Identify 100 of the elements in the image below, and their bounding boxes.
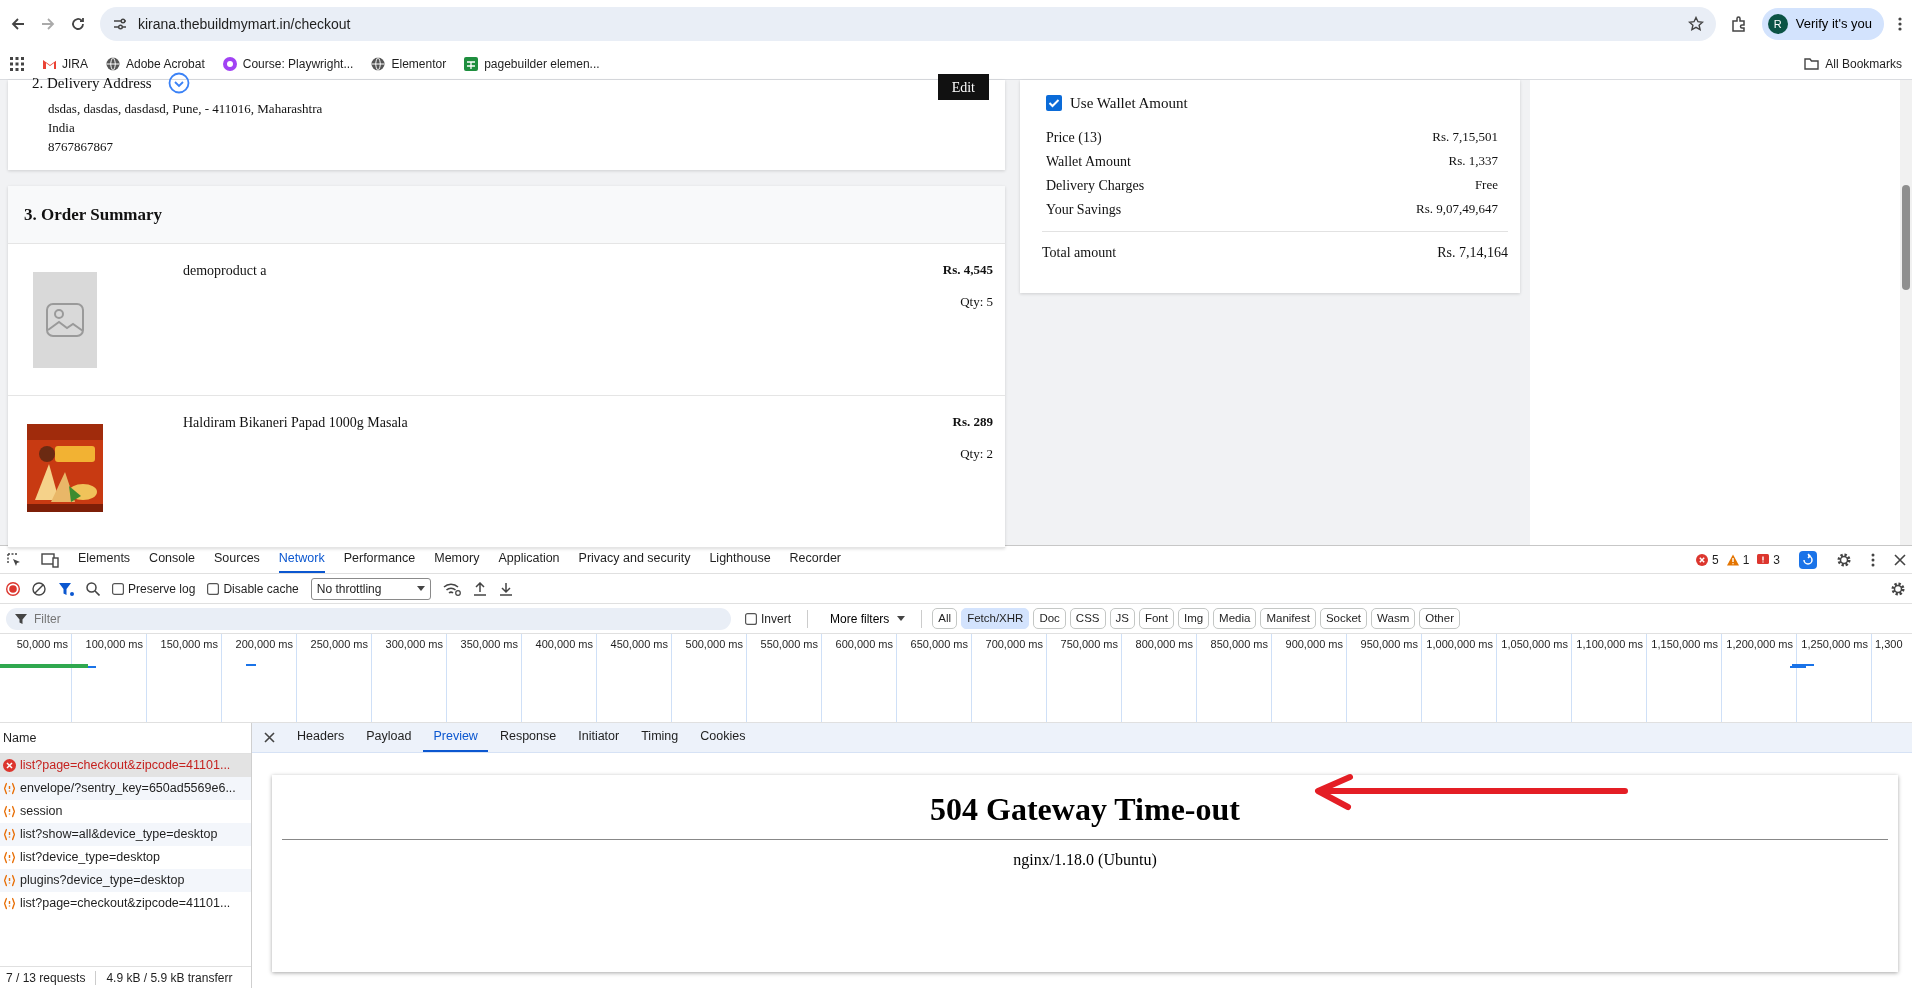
checkbox[interactable] (207, 582, 220, 595)
timeline-tick-label: 1,050,000 ms (1501, 638, 1568, 650)
filter-field[interactable]: Filter (6, 607, 731, 630)
type-filter-chip[interactable]: Manifest (1260, 607, 1316, 630)
product-name: demoproduct a (183, 263, 267, 278)
throttling-select[interactable]: No throttling (310, 577, 431, 600)
more-filters-dropdown[interactable]: More filters (824, 608, 912, 629)
bookmark[interactable]: JIRA (42, 54, 88, 73)
clear-icon[interactable] (32, 581, 46, 596)
star-icon[interactable] (1687, 16, 1704, 32)
close-icon[interactable] (1894, 553, 1906, 566)
type-filter-chip[interactable]: Fetch/XHR (961, 607, 1030, 630)
devtools-tab[interactable]: Elements (78, 546, 131, 573)
devtools-tab[interactable]: Console (149, 546, 195, 573)
detail-tab[interactable]: Preview (423, 723, 488, 752)
detail-tab[interactable]: Payload (366, 723, 412, 752)
type-filter-chip[interactable]: Doc (1033, 607, 1066, 630)
checkbox[interactable] (112, 582, 124, 595)
type-filter-chip[interactable]: JS (1109, 607, 1135, 630)
checkbox[interactable] (745, 612, 757, 625)
detail-tab[interactable]: Initiator (578, 723, 620, 752)
issue-count: 3 (1773, 551, 1780, 569)
timeline-tick-label: 850,000 ms (1210, 638, 1268, 650)
bookmark[interactable]: Course: Playwright... (222, 54, 354, 73)
all-bookmarks[interactable]: All Bookmarks (1804, 54, 1902, 73)
type-filter-chip[interactable]: Other (1419, 607, 1460, 630)
bookmark[interactable]: Elementor (371, 54, 447, 73)
reload-icon[interactable] (70, 16, 86, 32)
timeline-tick-label: 50,000 ms (16, 638, 68, 650)
fetch-icon (3, 874, 16, 887)
settings-icon[interactable] (1890, 580, 1906, 597)
type-filter-chip[interactable]: All (932, 607, 958, 630)
request-row[interactable]: list?page=checkout&zipcode=41101... (0, 754, 251, 777)
menu-icon[interactable] (1898, 16, 1902, 32)
fetch-icon (3, 782, 16, 795)
product-quantity: Qty: 5 (960, 293, 993, 309)
record-icon[interactable] (6, 581, 20, 596)
product-price: Rs. 289 (952, 414, 993, 429)
request-row[interactable]: list?device_type=desktop (0, 846, 251, 869)
detail-tab[interactable]: Cookies (700, 723, 746, 752)
timeline-tick-label: 200,000 ms (235, 638, 293, 650)
detail-tab[interactable]: Response (499, 723, 557, 752)
site-info-icon[interactable] (112, 16, 128, 32)
filter-icon[interactable] (58, 581, 74, 596)
timeline-tick-label: 100,000 ms (85, 638, 143, 650)
scrollbar-thumb[interactable] (1902, 185, 1910, 290)
type-filter-chip[interactable]: Socket (1319, 607, 1368, 630)
devtools-tab[interactable]: Sources (214, 546, 260, 573)
devtools-tab[interactable]: Network (278, 546, 325, 573)
request-row[interactable]: list?page=checkout&zipcode=41101... (0, 892, 251, 915)
request-row[interactable]: session (0, 800, 251, 823)
timeline-tick-label: 300,000 ms (385, 638, 443, 650)
course-icon (222, 56, 237, 71)
warning-count: 1 (1742, 551, 1750, 569)
globe-icon (106, 56, 120, 71)
devtools-tab[interactable]: Recorder (789, 546, 841, 573)
inspect-icon[interactable] (6, 551, 22, 568)
type-filter-chip[interactable]: Img (1177, 607, 1210, 630)
request-row[interactable]: envelope/?sentry_key=650ad5569e6... (0, 777, 251, 800)
timeline-tick-label: 950,000 ms (1360, 638, 1418, 650)
price-label: Delivery Charges (1046, 176, 1145, 195)
bookmark[interactable]: Adobe Acrobat (106, 54, 205, 73)
devtools-tab[interactable]: Application (498, 546, 560, 573)
address-line: 8767867867 (48, 137, 114, 156)
devtools-tab[interactable]: Performance (343, 546, 416, 573)
transfer-size: 4.9 kB / 5.9 kB transferr (106, 969, 233, 987)
more-icon[interactable] (1871, 552, 1875, 567)
type-filter-chip[interactable]: CSS (1069, 607, 1106, 630)
scrollbar[interactable] (1900, 80, 1912, 545)
sheet-icon (464, 56, 479, 71)
type-filter-chip[interactable]: Media (1213, 607, 1257, 630)
detail-tab[interactable]: Headers (297, 723, 345, 752)
settings-icon[interactable] (1836, 551, 1852, 568)
address-line: India (48, 118, 76, 137)
type-filter-chip[interactable]: Font (1138, 607, 1174, 630)
timeline-tick-label: 1,150,000 ms (1651, 638, 1718, 650)
checkbox[interactable] (1046, 95, 1062, 112)
check-circle-icon (167, 72, 190, 95)
address-bar[interactable]: kirana.thebuildmymart.in/checkout (100, 7, 1716, 41)
download-icon[interactable] (498, 581, 513, 596)
upload-icon[interactable] (472, 581, 487, 596)
profile-button[interactable]: R Verify it's you (1761, 8, 1884, 40)
request-row[interactable]: list?show=all&device_type=desktop (0, 823, 251, 846)
extensions-icon[interactable] (1729, 15, 1748, 33)
edit-button[interactable]: Edit (937, 74, 989, 100)
detail-tab[interactable]: Timing (641, 723, 679, 752)
search-icon[interactable] (86, 581, 100, 596)
close-icon[interactable] (264, 732, 275, 743)
device-toolbar-icon[interactable] (41, 551, 59, 568)
devtools-tab[interactable]: Lighthouse (709, 546, 771, 573)
devtools-tab[interactable]: Memory (434, 546, 480, 573)
request-row[interactable]: plugins?device_type=desktop (0, 869, 251, 892)
back-icon[interactable] (10, 16, 26, 32)
network-conditions-icon[interactable] (442, 581, 461, 596)
apps-icon[interactable] (10, 56, 24, 71)
timeline-tick-label: 350,000 ms (460, 638, 518, 650)
type-filter-chip[interactable]: Wasm (1371, 607, 1416, 630)
devtools-tab[interactable]: Privacy and security (578, 546, 691, 573)
bookmark[interactable]: pagebuilder elemen... (464, 54, 600, 73)
warning-icon (1726, 553, 1739, 566)
